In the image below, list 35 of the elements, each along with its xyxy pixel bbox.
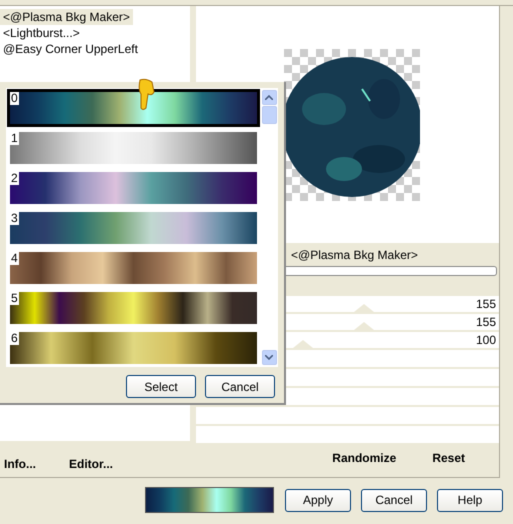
dialog-button[interactable]: Apply bbox=[285, 488, 351, 512]
dialog-button[interactable]: Cancel bbox=[361, 488, 427, 512]
scroll-thumb[interactable] bbox=[262, 106, 276, 124]
slider-value: 155 bbox=[474, 314, 497, 331]
gradient-number: 4 bbox=[10, 252, 19, 265]
gradient-number: 2 bbox=[10, 172, 19, 185]
scroll-down-button[interactable] bbox=[262, 350, 276, 365]
gradient-swatch[interactable]: 1 bbox=[7, 129, 260, 167]
gradient-swatch[interactable]: 0 bbox=[7, 89, 260, 127]
filter-item[interactable]: <@Plasma Bkg Maker> bbox=[0, 9, 133, 25]
gradient-number: 1 bbox=[10, 132, 19, 145]
gradient-swatch[interactable]: 5 bbox=[7, 289, 260, 327]
gradient-number: 5 bbox=[10, 292, 19, 305]
text-button[interactable]: Editor... bbox=[69, 455, 114, 473]
scroll-up-button[interactable] bbox=[262, 90, 276, 105]
slider-value: 100 bbox=[474, 332, 497, 349]
gradient-preview[interactable] bbox=[145, 487, 274, 513]
gradient-swatch[interactable]: 3 bbox=[7, 209, 260, 247]
pointing-hand-icon bbox=[136, 78, 156, 112]
text-button[interactable]: Randomize bbox=[332, 449, 396, 467]
slider-value: 155 bbox=[474, 296, 497, 313]
dialog-button[interactable]: Help bbox=[437, 488, 503, 512]
gradient-swatch[interactable]: 4 bbox=[7, 249, 260, 287]
filter-item[interactable]: @Easy Corner UpperLeft bbox=[0, 41, 141, 57]
picker-button[interactable]: Cancel bbox=[205, 375, 275, 398]
text-button[interactable]: Reset bbox=[432, 449, 465, 467]
picker-button[interactable]: Select bbox=[126, 375, 196, 398]
gradient-swatch[interactable]: 2 bbox=[7, 169, 260, 207]
gradient-swatch[interactable]: 6 bbox=[7, 329, 260, 367]
gradient-number: 6 bbox=[10, 332, 19, 345]
filter-name: <@Plasma Bkg Maker> bbox=[291, 246, 418, 264]
text-button[interactable]: Info... bbox=[4, 455, 36, 473]
gradient-number: 0 bbox=[10, 92, 19, 105]
gradient-number: 3 bbox=[10, 212, 19, 225]
filter-item[interactable]: <Lightburst...> bbox=[0, 25, 83, 41]
